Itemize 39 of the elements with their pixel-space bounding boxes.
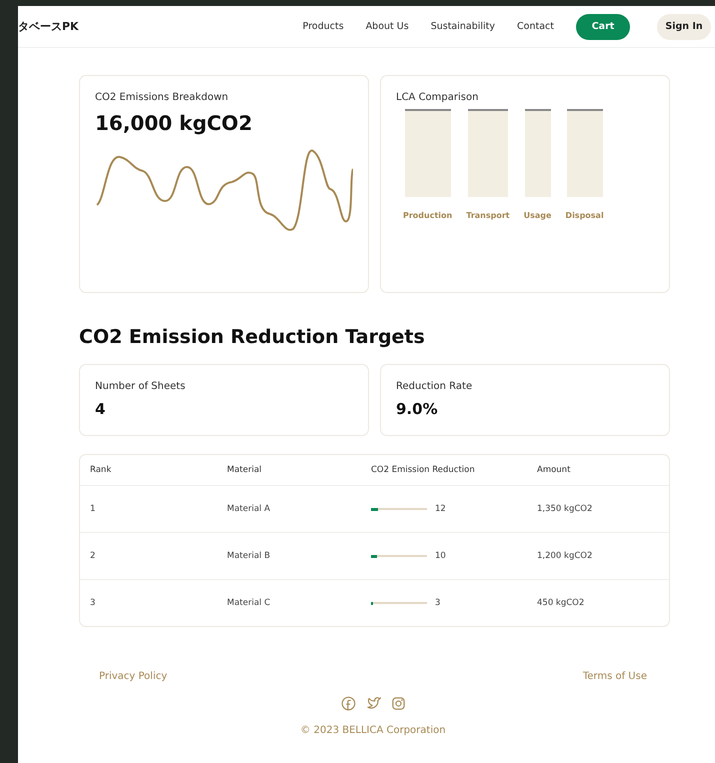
facebook-icon[interactable] — [340, 696, 356, 711]
table-cell-text: 1 — [90, 504, 96, 514]
bar-label: Usage — [524, 211, 552, 220]
cart-button[interactable]: Cart — [576, 14, 630, 40]
bar-label: Transport — [466, 211, 510, 220]
nav-link[interactable]: Contact — [517, 21, 554, 32]
table-cell-text: Material B — [227, 551, 272, 561]
nav-link[interactable]: About Us — [366, 21, 409, 32]
column-header: CO2 Emission Reduction — [371, 465, 476, 475]
total-emissions: 16,000 kgCO2 — [95, 111, 254, 135]
column-header: Amount — [537, 465, 572, 475]
stat-value: 4 — [95, 400, 106, 418]
twitter-icon[interactable] — [366, 696, 380, 711]
bar-label: Production — [403, 211, 452, 220]
brand-logo[interactable]: タベースPK — [18, 19, 79, 34]
table-cell: 3 — [435, 598, 440, 608]
table-cell-text: 2 — [90, 551, 96, 561]
nav-link[interactable]: Sustainability — [430, 21, 496, 32]
table-cell: 12 — [435, 504, 446, 514]
bar-label: Disposal — [565, 211, 604, 220]
table-cell-text: Material A — [227, 504, 272, 514]
stat-value: 9.0% — [396, 400, 439, 418]
copyright-text: © 2023 BELLICA Corporation — [300, 725, 446, 736]
section-heading: CO2 Emission Reduction Targets — [79, 326, 426, 348]
column-header: Rank — [90, 465, 112, 475]
instagram-icon[interactable] — [390, 696, 406, 711]
stat-label: Reduction Rate — [396, 381, 474, 392]
table-cell: 10 — [435, 551, 446, 561]
column-header: Material — [227, 465, 263, 475]
card-title: LCA Comparison — [396, 92, 480, 103]
stat-label: Number of Sheets — [95, 381, 186, 392]
table-cell-text: 1,200 kgCO2 — [537, 551, 594, 561]
table-cell-text: 1,350 kgCO2 — [537, 504, 594, 514]
table-cell-text: 3 — [90, 598, 96, 608]
nav-link[interactable]: Products — [302, 21, 344, 32]
table-cell-text: Material C — [227, 598, 272, 608]
sign-in-button[interactable]: Sign In — [657, 14, 711, 40]
card-title: CO2 Emissions Breakdown — [95, 92, 230, 103]
table-cell-text: 450 kgCO2 — [537, 598, 586, 608]
